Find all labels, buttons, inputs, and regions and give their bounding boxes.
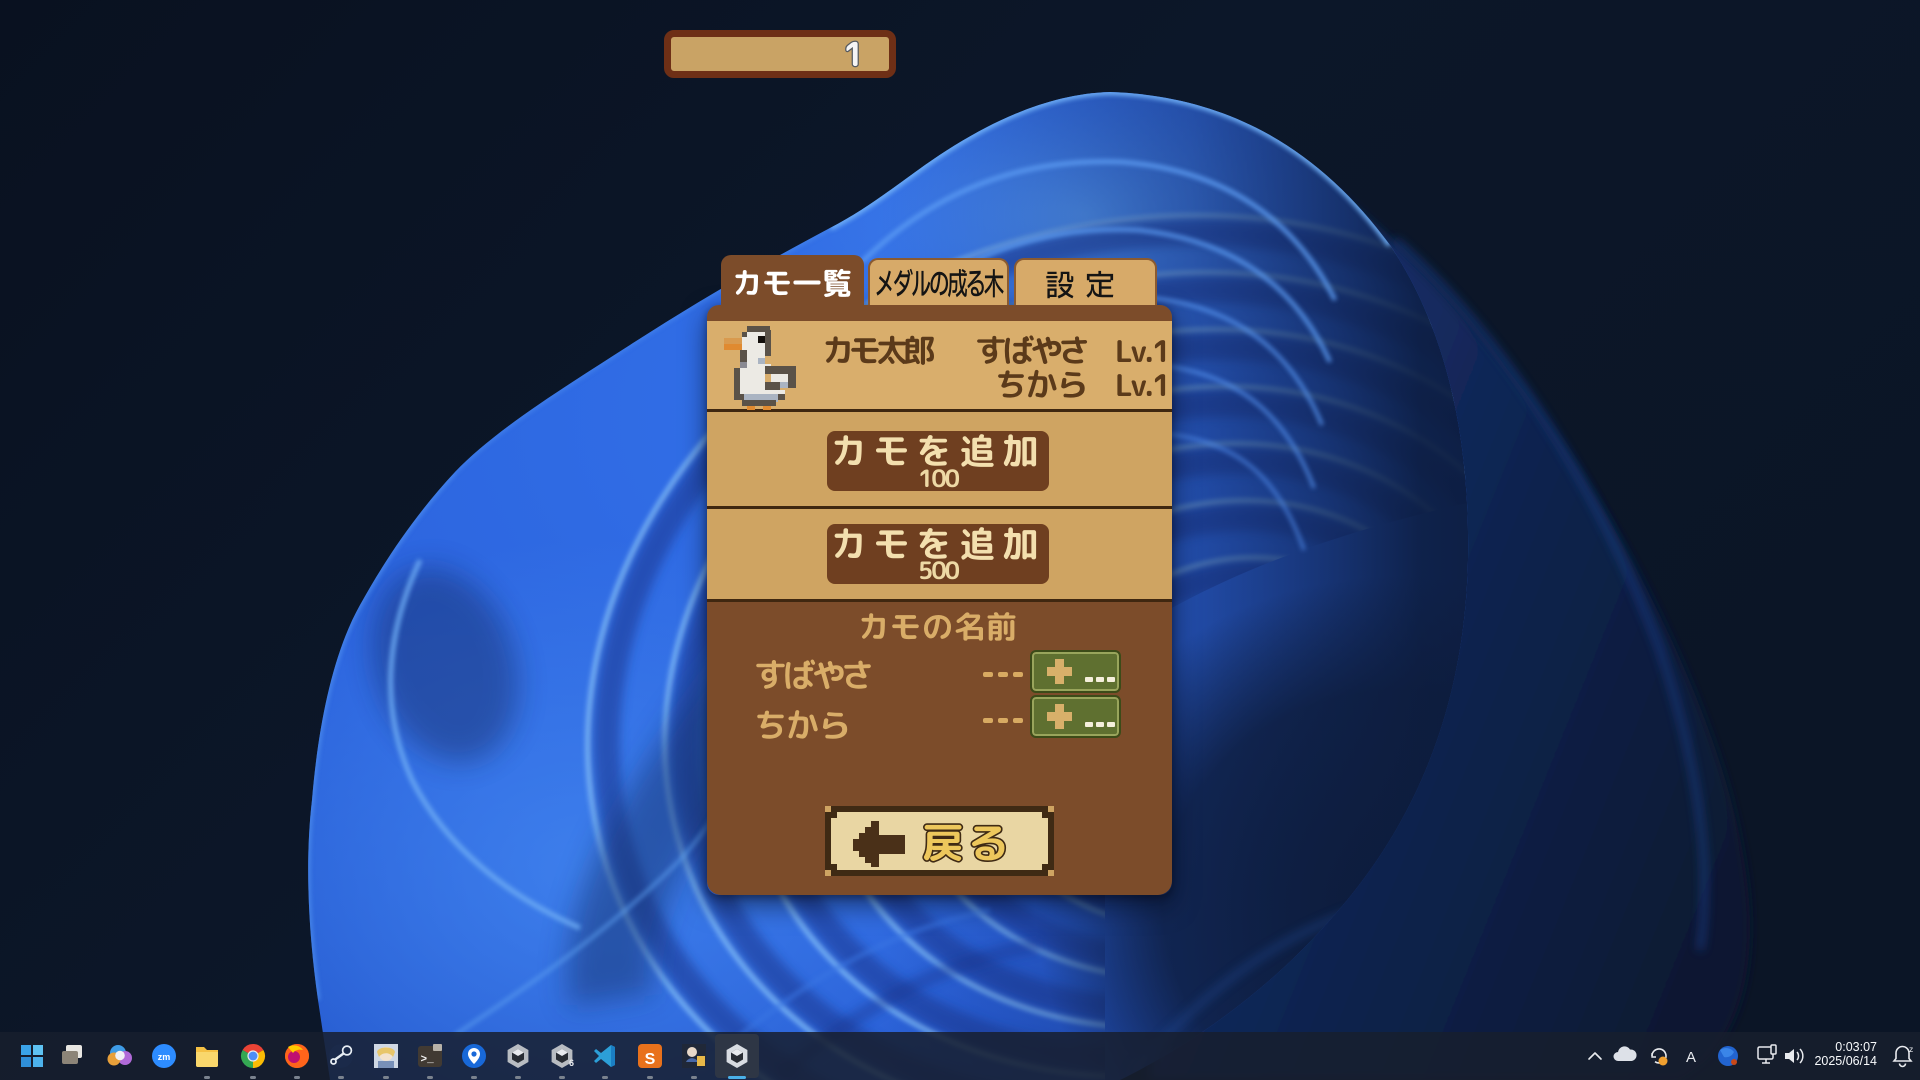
svg-text:z: z [1909, 1044, 1913, 1054]
svg-text:zm: zm [158, 1052, 171, 1062]
svg-text:A: A [1686, 1049, 1696, 1066]
svg-text:0:03:07: 0:03:07 [1835, 1040, 1877, 1054]
svg-text:2025/06/14: 2025/06/14 [1814, 1054, 1877, 1068]
svg-text:S: S [645, 1051, 656, 1068]
svg-text:>_: >_ [421, 1054, 435, 1066]
svg-text:6: 6 [569, 1058, 574, 1068]
